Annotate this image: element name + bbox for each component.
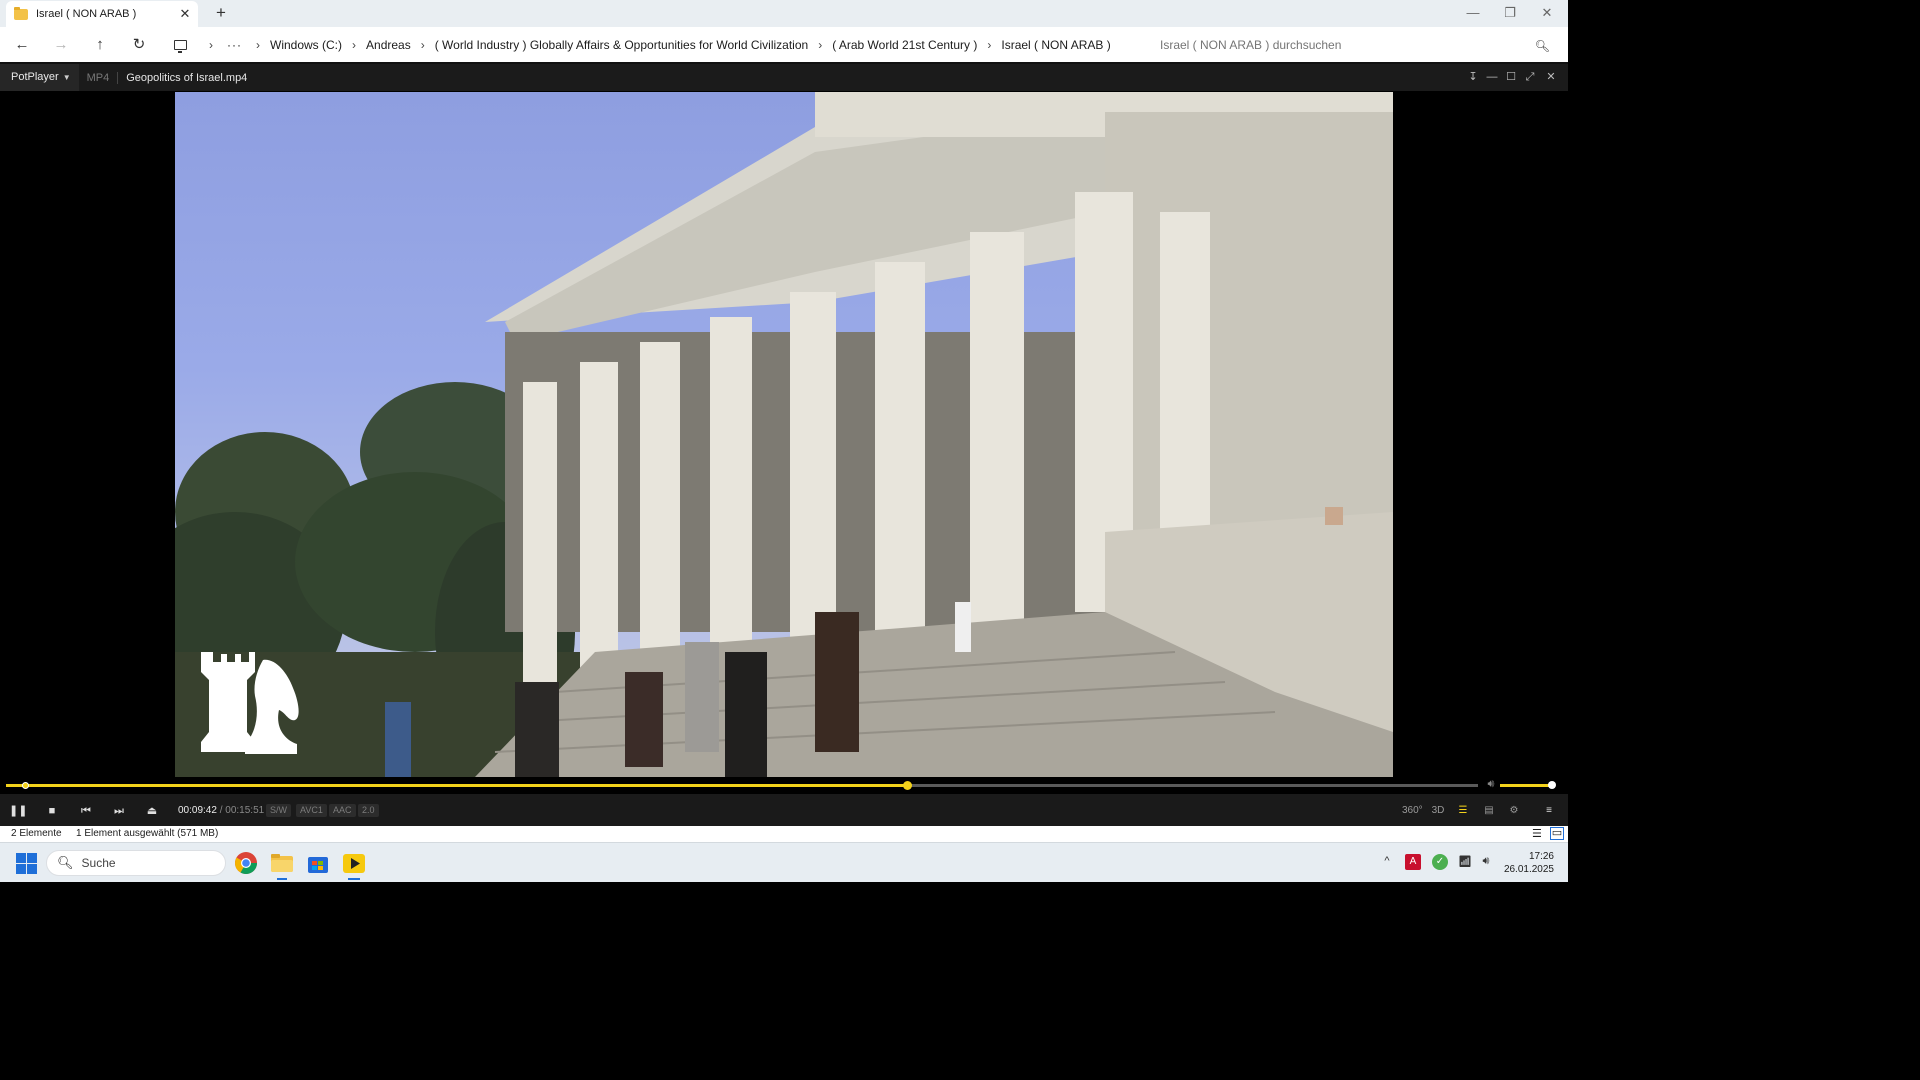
time-display: 00:09:42 / 00:15:51 — [178, 805, 264, 816]
acrobat-tray-icon[interactable]: A — [1405, 854, 1421, 870]
explorer-tab[interactable]: Israel ( NON ARAB ) ✕ — [6, 1, 198, 27]
player-control-bar: ❚❚ ■ ⏮︎ ⏭︎ ⏏︎ 00:09:42 / 00:15:51 S/W AV… — [0, 794, 1568, 828]
fullscreen-icon[interactable]: ⤢ — [1521, 68, 1539, 86]
volume-slider[interactable] — [1500, 781, 1556, 789]
breadcrumb-item-drive[interactable]: Windows (C:) — [270, 38, 342, 52]
player-minimize-button[interactable]: — — [1483, 68, 1501, 86]
temple — [475, 92, 1393, 777]
taskbar-search-placeholder: Suche — [81, 856, 116, 870]
explorer-tab-bar: Israel ( NON ARAB ) ✕ + — ❐ ✕ — [0, 0, 1568, 27]
badge-audio-codec[interactable]: AAC — [329, 804, 356, 817]
player-title-bar: PotPlayer ▼ MP4 Geopolitics of Israel.mp4 — [0, 64, 1568, 91]
app-name: PotPlayer — [11, 71, 59, 83]
explorer-nav-bar: ← → ↑ ↻ › ··· › Windows (C:) › Andreas ›… — [0, 27, 1568, 62]
search-icon: 🔍︎ — [57, 855, 74, 870]
potplayer-taskbar-icon[interactable] — [342, 851, 366, 875]
seek-start-marker — [22, 782, 29, 789]
tiles-view-icon[interactable]: ▭ — [1550, 827, 1564, 840]
potplayer-window: PotPlayer ▼ MP4 Geopolitics of Israel.mp4… — [0, 62, 1568, 828]
badge-video-codec[interactable]: AVC1 — [296, 804, 327, 817]
microsoft-store-icon[interactable] — [306, 851, 330, 875]
chevron-right-icon[interactable]: › — [209, 38, 213, 52]
windows-taskbar: 🔍︎ Suche ^ A ✓ 📶︎ 🔊︎ 17:26 26.01.2025 — [0, 842, 1568, 882]
back-button[interactable]: ← — [12, 35, 32, 55]
volume-handle[interactable] — [1548, 781, 1556, 789]
badge-sw[interactable]: S/W — [266, 804, 291, 817]
selection-info: 1 Element ausgewählt (571 MB) — [76, 828, 219, 839]
speaker-icon[interactable]: 🔊︎ — [1484, 778, 1498, 792]
breadcrumb-item-israel[interactable]: Israel ( NON ARAB ) — [1001, 38, 1110, 52]
address-bar[interactable]: › ··· › Windows (C:) › Andreas › ( World… — [166, 31, 1144, 59]
chapter-icon[interactable]: ▤ — [1479, 802, 1499, 820]
badge-audio-channels[interactable]: 2.0 — [358, 804, 379, 817]
eject-icon[interactable]: ⏏︎ — [143, 802, 161, 820]
chevron-down-icon: ▼ — [62, 73, 71, 82]
tab-close-button[interactable]: ✕ — [176, 6, 194, 22]
file-format: MP4 — [87, 71, 119, 84]
previous-icon[interactable]: ⏮︎ — [77, 802, 95, 820]
playlist-search-icon[interactable]: ☰ — [1453, 802, 1473, 820]
seek-bar[interactable] — [6, 781, 1478, 790]
wifi-icon[interactable]: 📶︎ — [1457, 855, 1473, 868]
main-menu-icon[interactable]: ≡ — [1539, 802, 1559, 820]
video-frame[interactable] — [175, 92, 1393, 777]
breadcrumb-more-button[interactable]: ··· — [227, 38, 242, 52]
pin-icon[interactable]: ↧ — [1464, 68, 1482, 86]
pause-icon[interactable]: ❚❚ — [9, 802, 27, 820]
vr-360-button[interactable]: 360° — [1402, 802, 1423, 820]
active-app-indicator — [348, 878, 360, 880]
windows-start-icon[interactable] — [16, 853, 37, 874]
seek-handle[interactable] — [902, 781, 912, 790]
player-maximize-button[interactable]: ☐ — [1502, 68, 1520, 86]
volume-level — [1500, 784, 1552, 787]
next-icon[interactable]: ⏭︎ — [110, 802, 128, 820]
active-app-indicator — [277, 878, 287, 880]
tab-title: Israel ( NON ARAB ) — [36, 8, 137, 20]
forward-button[interactable]: → — [51, 35, 71, 55]
settings-gear-icon[interactable]: ⚙︎ — [1504, 802, 1524, 820]
seek-progress — [6, 784, 907, 787]
up-button[interactable]: ↑ — [90, 35, 110, 55]
item-count: 2 Elemente — [11, 828, 62, 839]
time-separator: / — [219, 805, 223, 816]
minimize-button[interactable]: — — [1454, 2, 1492, 24]
taskbar-clock[interactable]: 17:26 26.01.2025 — [1504, 850, 1554, 876]
file-explorer-icon[interactable] — [270, 851, 294, 875]
chrome-icon[interactable] — [234, 851, 258, 875]
video-scene — [175, 92, 1393, 777]
close-window-button[interactable]: ✕ — [1528, 2, 1566, 24]
time-total: 00:15:51 — [225, 805, 265, 816]
clock-time: 17:26 — [1528, 851, 1554, 862]
chevron-right-icon[interactable]: › — [421, 38, 425, 52]
chevron-right-icon[interactable]: › — [256, 38, 260, 52]
refresh-button[interactable]: ↻ — [129, 35, 149, 55]
details-view-icon[interactable]: ☰ — [1532, 827, 1542, 840]
computer-icon[interactable] — [174, 40, 187, 53]
taskbar-search-box[interactable]: 🔍︎ Suche — [46, 850, 226, 876]
breadcrumb-item-world-industry[interactable]: ( World Industry ) Globally Affairs & Op… — [435, 38, 808, 52]
volume-icon[interactable]: 🔊︎ — [1478, 855, 1494, 868]
search-icon[interactable]: 🔍︎ — [1535, 39, 1550, 53]
new-tab-button[interactable]: + — [211, 3, 231, 23]
time-current: 00:09:42 — [178, 805, 217, 816]
breadcrumb-item-arab-world[interactable]: ( Arab World 21st Century ) — [832, 38, 977, 52]
security-check-icon[interactable]: ✓ — [1432, 854, 1448, 870]
chevron-right-icon[interactable]: › — [818, 38, 822, 52]
folder-search-box[interactable]: 🔍︎ — [1150, 31, 1560, 59]
chevron-right-icon[interactable]: › — [352, 38, 356, 52]
restore-button[interactable]: ❐ — [1491, 2, 1529, 24]
stop-icon[interactable]: ■ — [43, 802, 61, 820]
breadcrumb-item-andreas[interactable]: Andreas — [366, 38, 411, 52]
folder-icon — [14, 6, 28, 20]
3d-button[interactable]: 3D — [1428, 802, 1448, 820]
potplayer-menu-button[interactable]: PotPlayer ▼ — [0, 64, 79, 91]
folder-search-input[interactable] — [1160, 38, 1530, 52]
tray-overflow-chevron-up-icon[interactable]: ^ — [1379, 855, 1395, 867]
clock-date: 26.01.2025 — [1503, 864, 1554, 875]
player-close-button[interactable]: ✕ — [1542, 68, 1560, 86]
file-name: Geopolitics of Israel.mp4 — [126, 71, 248, 84]
explorer-status-bar: 2 Elemente 1 Element ausgewählt (571 MB)… — [0, 826, 1568, 842]
chevron-right-icon[interactable]: › — [987, 38, 991, 52]
